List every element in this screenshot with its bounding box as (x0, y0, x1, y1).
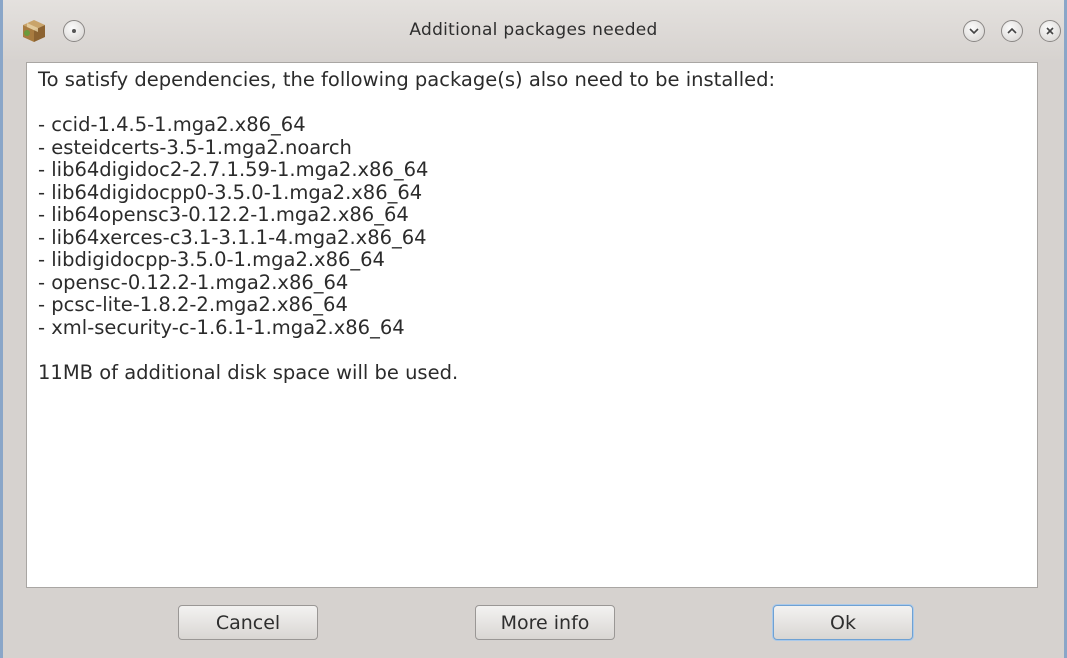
dialog-window: Additional packages needed To satisfy de… (0, 0, 1067, 658)
ok-button[interactable]: Ok (773, 605, 913, 640)
package-list-item: - esteidcerts-3.5-1.mga2.noarch (38, 135, 352, 159)
package-list-item: - lib64xerces-c3.1-3.1.1-4.mga2.x86_64 (38, 225, 427, 249)
package-list-item: - lib64digidoc2-2.7.1.59-1.mga2.x86_64 (38, 158, 429, 181)
message-intro: To satisfy dependencies, the following p… (38, 68, 776, 91)
package-list-item: - pcsc-lite-1.8.2-2.mga2.x86_64 (38, 293, 348, 316)
cancel-button[interactable]: Cancel (178, 605, 318, 640)
close-icon[interactable] (1039, 20, 1061, 42)
window-title: Additional packages needed (409, 20, 658, 40)
chevron-down-icon[interactable] (963, 20, 985, 42)
button-bar: Cancel More info Ok (3, 588, 1064, 658)
chevron-up-icon[interactable] (1001, 20, 1023, 42)
message-text-area: To satisfy dependencies, the following p… (26, 62, 1038, 588)
title-bar[interactable]: Additional packages needed (3, 0, 1064, 62)
package-list-item: - ccid-1.4.5-1.mga2.x86_64 (38, 113, 306, 136)
more-info-button[interactable]: More info (475, 605, 615, 640)
disk-space-summary: 11MB of additional disk space will be us… (38, 360, 459, 384)
package-list-item: - lib64digidocpp0-3.5.0-1.mga2.x86_64 (38, 180, 423, 204)
package-list-item: - libdigidocpp-3.5.0-1.mga2.x86_64 (38, 248, 385, 271)
package-list-item: - xml-security-c-1.6.1-1.mga2.x86_64 (38, 315, 405, 339)
package-list-item: - opensc-0.12.2-1.mga2.x86_64 (38, 270, 349, 294)
package-list-item: - lib64opensc3-0.12.2-1.mga2.x86_64 (38, 203, 409, 226)
